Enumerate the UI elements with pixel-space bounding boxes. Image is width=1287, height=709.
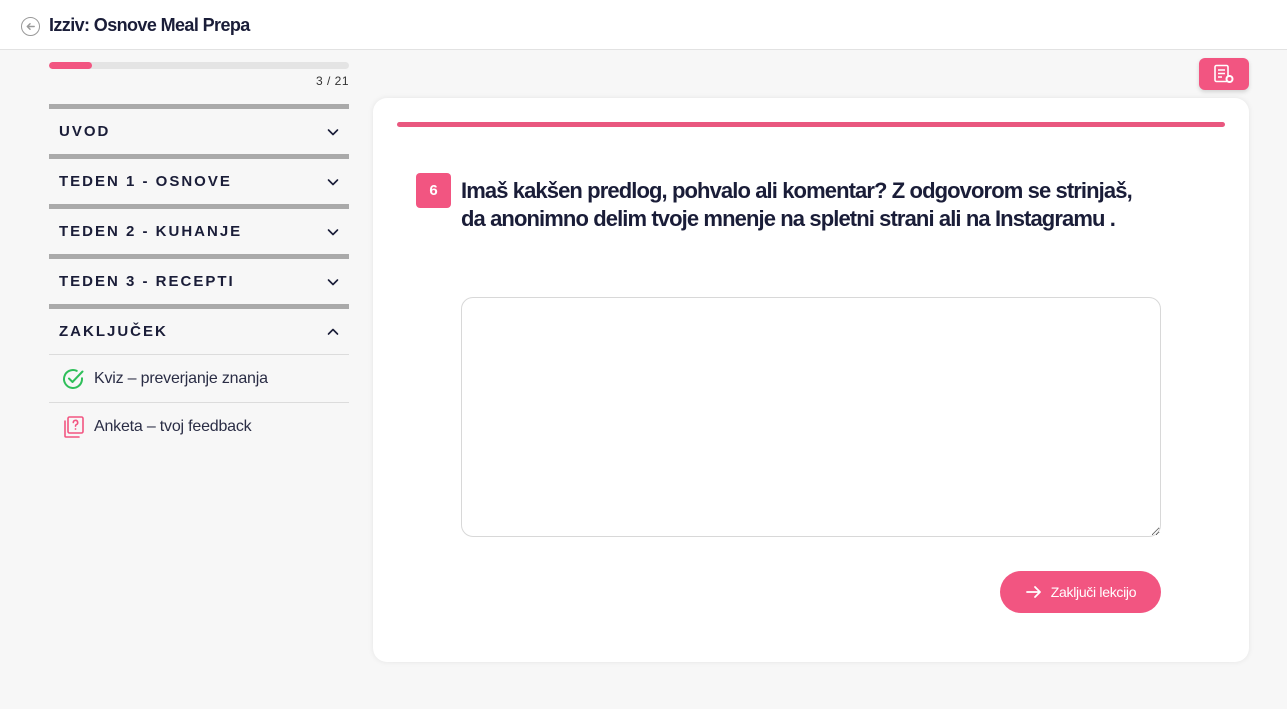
question-card: 6 Imaš kakšen predlog, pohvalo ali komen…: [373, 98, 1249, 662]
course-progress-fill: [49, 62, 92, 69]
question-document-icon: [64, 415, 84, 438]
chevron-up-icon: [327, 328, 339, 335]
finish-lesson-button[interactable]: Zaključi lekcijo: [1000, 571, 1161, 613]
top-bar: Izziv: Osnove Meal Prepa: [0, 0, 1287, 50]
section-label: UVOD: [59, 123, 111, 140]
section-uvod[interactable]: UVOD: [49, 104, 349, 154]
progress-counter: 3 / 21: [315, 74, 349, 88]
chevron-down-icon: [327, 278, 339, 285]
lesson-label: Kviz – preverjanje znanja: [94, 369, 268, 387]
course-title: Izziv: Osnove Meal Prepa: [49, 15, 250, 35]
arrow-right-icon: [1025, 586, 1041, 598]
question-number-badge: 6: [416, 173, 451, 208]
course-progress-bar: [49, 62, 349, 69]
chevron-down-icon: [327, 228, 339, 235]
question-text: Imaš kakšen predlog, pohvalo ali komenta…: [461, 178, 1133, 231]
section-teden-1[interactable]: TEDEN 1 - OSNOVE: [49, 154, 349, 204]
finish-lesson-label: Zaključi lekcijo: [1050, 584, 1137, 600]
question-progress-bar: [397, 122, 1225, 127]
section-label: ZAKLJUČEK: [59, 323, 168, 340]
course-sidebar: 3 / 21 UVOD TEDEN 1 - OSNOVE TEDEN 2 - K…: [49, 62, 349, 450]
notes-button[interactable]: [1199, 58, 1249, 90]
section-zakljucek[interactable]: ZAKLJUČEK: [49, 304, 349, 354]
check-circle-icon: [63, 368, 84, 389]
section-label: TEDEN 3 - RECEPTI: [59, 273, 235, 290]
section-label: TEDEN 1 - OSNOVE: [59, 173, 232, 190]
section-teden-2[interactable]: TEDEN 2 - KUHANJE: [49, 204, 349, 254]
chevron-down-icon: [327, 128, 339, 135]
notes-icon: [1214, 64, 1234, 83]
lesson-anketa[interactable]: Anketa – tvoj feedback: [49, 402, 349, 450]
lesson-kviz[interactable]: Kviz – preverjanje znanja: [49, 354, 349, 402]
section-label: TEDEN 2 - KUHANJE: [59, 223, 243, 240]
section-teden-3[interactable]: TEDEN 3 - RECEPTI: [49, 254, 349, 304]
lesson-label: Anketa – tvoj feedback: [94, 417, 252, 435]
chevron-down-icon: [327, 178, 339, 185]
answer-textarea[interactable]: [461, 297, 1161, 537]
arrow-left-icon: [26, 23, 35, 30]
back-button[interactable]: [21, 17, 40, 36]
